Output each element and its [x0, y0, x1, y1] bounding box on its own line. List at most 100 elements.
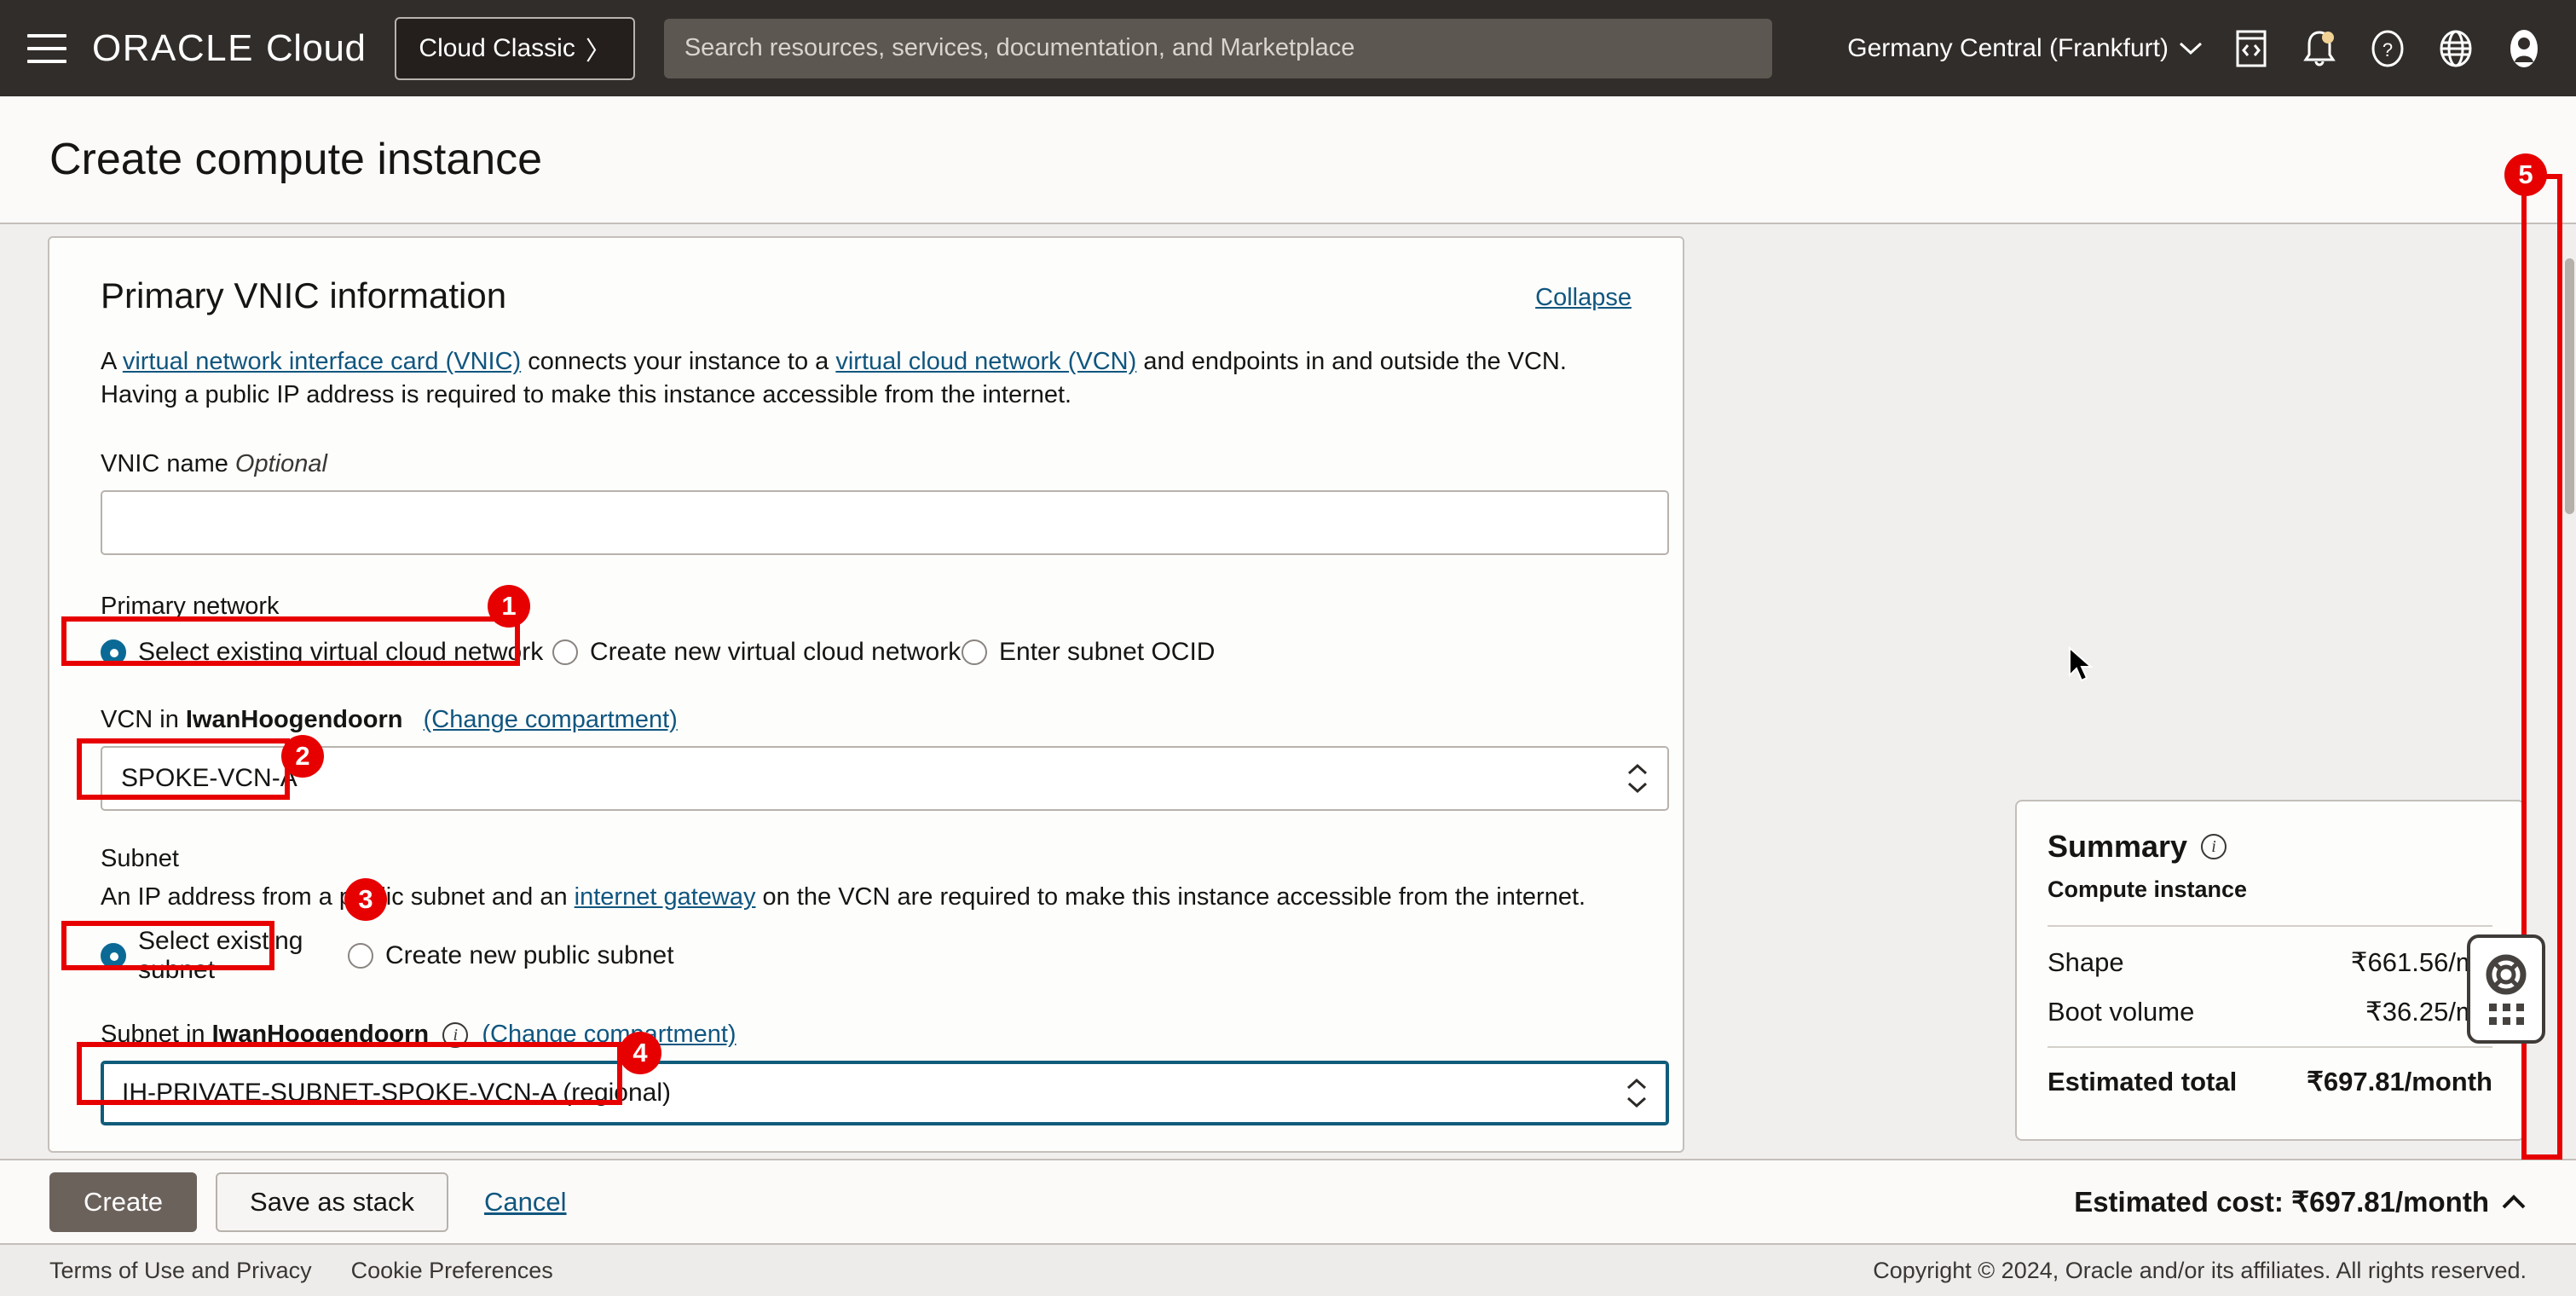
estimated-cost-label: Estimated cost: ₹697.81/month	[2074, 1186, 2489, 1218]
vnic-name-label: VNIC name Optional	[101, 450, 1632, 478]
radio-indicator	[962, 639, 987, 666]
annotation-badge-4: 4	[619, 1032, 661, 1074]
vcn-select[interactable]: SPOKE-VCN-A	[101, 746, 1669, 812]
vcn-doc-link[interactable]: virtual cloud network (VCN)	[835, 348, 1136, 375]
vcn-label: VCN in IwanHoogendoorn (Change compartme…	[101, 706, 1632, 734]
save-as-stack-button[interactable]: Save as stack	[216, 1172, 449, 1232]
card-header: Primary VNIC information Collapse	[101, 275, 1632, 316]
dots-grid-icon	[2488, 1003, 2524, 1025]
page-footer: Terms of Use and Privacy Cookie Preferen…	[0, 1243, 2576, 1296]
annotation-badge-3: 3	[344, 878, 387, 921]
page-title: Create compute instance	[49, 135, 543, 184]
vcn-select-group: VCN in IwanHoogendoorn (Change compartme…	[101, 706, 1669, 812]
vcn-change-compartment-link[interactable]: (Change compartment)	[424, 706, 678, 733]
subnet-help-2: on the VCN are required to make this ins…	[755, 883, 1586, 911]
top-navigation-bar: ORACLE Cloud Cloud Classic 〉 Search reso…	[0, 0, 2576, 96]
page-title-bar: Create compute instance	[0, 96, 2576, 224]
summary-subtitle: Compute instance	[2048, 877, 2248, 902]
cancel-link[interactable]: Cancel	[484, 1187, 567, 1218]
oracle-wordmark: ORACLE	[92, 26, 254, 69]
bottom-action-bar: Create Save as stack Cancel Estimated co…	[0, 1159, 2576, 1243]
copyright-text: Copyright © 2024, Oracle and/or its affi…	[1873, 1257, 2527, 1283]
summary-row-boot-volume: Boot volume ₹36.25/mo	[2048, 997, 2492, 1027]
radio-enter-subnet-ocid[interactable]: Enter subnet OCID	[962, 638, 1215, 667]
card-title: Primary VNIC information	[101, 275, 507, 315]
desc-text-1: A	[101, 348, 123, 375]
terms-of-use-link[interactable]: Terms of Use and Privacy	[49, 1258, 312, 1284]
annotation-badge-1: 1	[488, 585, 530, 628]
hamburger-menu-icon[interactable]	[27, 33, 66, 63]
cookie-preferences-link[interactable]: Cookie Preferences	[351, 1258, 553, 1284]
page-scrollbar-track[interactable]	[2562, 224, 2576, 1159]
vnic-name-input[interactable]	[101, 490, 1669, 556]
life-ring-icon	[2486, 954, 2527, 994]
annotation-badge-2: 2	[281, 735, 324, 778]
summary-divider-top	[2048, 925, 2492, 927]
summary-row-label: Shape	[2048, 947, 2124, 977]
annotation-box-4	[77, 1042, 622, 1105]
floating-help-widget[interactable]	[2467, 934, 2545, 1044]
cloud-classic-button[interactable]: Cloud Classic 〉	[395, 16, 635, 80]
estimated-cost-toggle[interactable]: Estimated cost: ₹697.81/month	[2074, 1185, 2527, 1218]
vnic-name-label-text: VNIC name	[101, 450, 228, 478]
cloud-shell-icon[interactable]	[2232, 29, 2271, 68]
internet-gateway-link[interactable]: internet gateway	[575, 883, 756, 911]
annotation-badge-5: 5	[2504, 153, 2547, 196]
annotation-box-3	[61, 921, 274, 970]
region-label: Germany Central (Frankfurt)	[1847, 33, 2169, 62]
user-avatar-icon[interactable]	[2504, 29, 2544, 68]
summary-panel: Summary i Compute instance Shape ₹661.56…	[2015, 800, 2525, 1141]
chevron-up-icon	[2502, 1194, 2526, 1208]
subnet-section-label: Subnet	[101, 845, 179, 873]
app-root: ORACLE Cloud Cloud Classic 〉 Search reso…	[0, 0, 2576, 1296]
subnet-help-text: An IP address from a public subnet and a…	[101, 883, 1632, 911]
stepper-arrows-icon[interactable]	[1626, 1078, 1648, 1108]
create-button[interactable]: Create	[49, 1172, 198, 1232]
summary-header: Summary i	[2048, 829, 2492, 865]
summary-estimated-total: Estimated total ₹697.81/month	[2048, 1067, 2492, 1097]
summary-info-icon[interactable]: i	[2201, 834, 2227, 859]
oracle-cloud-logo[interactable]: ORACLE Cloud	[92, 27, 366, 70]
vnic-name-optional-tag: Optional	[234, 450, 327, 478]
radio-label: Create new virtual cloud network	[590, 638, 962, 667]
radio-label: Create new public subnet	[385, 941, 674, 970]
summary-total-label: Estimated total	[2048, 1067, 2238, 1096]
vnic-name-field-group: VNIC name Optional	[101, 450, 1669, 556]
summary-title: Summary	[2048, 829, 2188, 864]
radio-create-new-public-subnet[interactable]: Create new public subnet	[348, 941, 674, 970]
svg-text:?: ?	[2383, 39, 2393, 61]
radio-indicator	[552, 639, 578, 666]
top-nav-right-group: Germany Central (Frankfurt) ?	[1847, 29, 2549, 68]
summary-row-label: Boot volume	[2048, 997, 2195, 1027]
vcn-label-prefix: VCN in	[101, 706, 186, 734]
subnet-help-1: An IP address from a public subnet and a…	[101, 883, 575, 911]
vcn-compartment-name: IwanHoogendoorn	[185, 706, 403, 734]
summary-row-shape: Shape ₹661.56/mo	[2048, 947, 2492, 978]
summary-divider-bottom	[2048, 1046, 2492, 1048]
cloud-classic-label: Cloud Classic	[419, 33, 575, 62]
region-selector[interactable]: Germany Central (Frankfurt)	[1847, 34, 2203, 63]
annotation-box-2	[77, 738, 290, 800]
subnet-group: Subnet An IP address from a public subne…	[101, 845, 1632, 985]
summary-total-value: ₹697.81/month	[2307, 1067, 2492, 1096]
stepper-arrows-icon[interactable]	[1626, 763, 1649, 794]
radio-indicator	[348, 943, 373, 969]
primary-vnic-information-card: Primary VNIC information Collapse A virt…	[48, 236, 1684, 1153]
subnet-radio-group: Select existing subnet Create new public…	[101, 927, 1632, 985]
annotation-box-1	[61, 616, 520, 666]
notifications-bell-icon[interactable]	[2300, 29, 2339, 68]
chevron-right-icon: 〉	[585, 37, 611, 66]
card-description: A virtual network interface card (VNIC) …	[101, 345, 1632, 411]
desc-text-2: connects your instance to a	[521, 348, 836, 375]
radio-label: Enter subnet OCID	[999, 638, 1216, 667]
radio-create-new-vcn[interactable]: Create new virtual cloud network	[552, 638, 962, 667]
chevron-down-icon	[2179, 42, 2203, 55]
page-scrollbar-thumb[interactable]	[2565, 258, 2574, 514]
global-search-input[interactable]: Search resources, services, documentatio…	[663, 18, 1772, 78]
cloud-wordmark: Cloud	[265, 26, 367, 69]
globe-language-icon[interactable]	[2436, 29, 2475, 68]
collapse-link[interactable]: Collapse	[1535, 284, 1632, 312]
search-placeholder-text: Search resources, services, documentatio…	[684, 34, 1355, 61]
vnic-doc-link[interactable]: virtual network interface card (VNIC)	[123, 348, 521, 375]
help-question-icon[interactable]: ?	[2368, 29, 2407, 68]
